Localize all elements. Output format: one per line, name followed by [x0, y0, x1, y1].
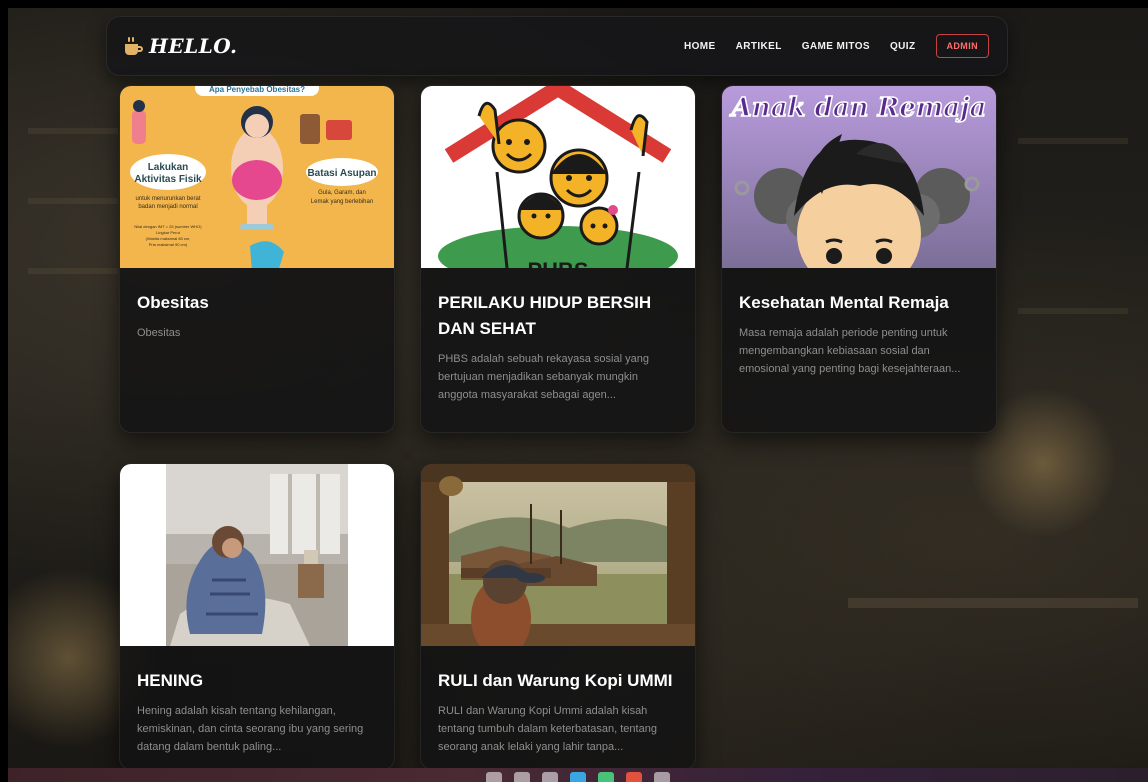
- taskbar-app-icon[interactable]: [542, 772, 558, 782]
- taskbar-app-icon[interactable]: [654, 772, 670, 782]
- article-excerpt: Hening adalah kisah tentang kehilangan, …: [137, 705, 364, 753]
- svg-text:Apa Penyebab Obesitas?: Apa Penyebab Obesitas?: [209, 86, 305, 94]
- article-excerpt: Masa remaja adalah periode penting untuk…: [739, 327, 961, 375]
- svg-text:Batasi Asupan: Batasi Asupan: [307, 168, 376, 179]
- brand-name: HELLO.: [149, 34, 238, 58]
- svg-text:Lingkar Perut: Lingkar Perut: [156, 230, 181, 235]
- article-card-mental-health[interactable]: Anak dan Remaja Kesehatan Mental Remaja …: [721, 85, 997, 433]
- svg-text:PHBS: PHBS: [527, 258, 588, 268]
- main-nav: HOME ARTIKEL GAME MITOS QUIZ ADMIN: [684, 34, 989, 58]
- svg-text:untuk menurunkan berat: untuk menurunkan berat: [135, 196, 200, 202]
- article-title[interactable]: RULI dan Warung Kopi UMMI: [438, 668, 678, 694]
- taskbar-app-icon[interactable]: [626, 772, 642, 782]
- svg-text:Lemak yang berlebihan: Lemak yang berlebihan: [311, 199, 373, 205]
- article-image-ruli: [421, 464, 695, 646]
- nav-home[interactable]: HOME: [684, 41, 716, 52]
- article-title[interactable]: Obesitas: [137, 290, 377, 316]
- admin-button[interactable]: ADMIN: [935, 34, 989, 58]
- coffee-cup-icon: [125, 37, 143, 55]
- article-card-phbs[interactable]: PHBS PERILAKU HIDUP BERSIH DAN SEHAT PHB…: [420, 85, 696, 433]
- article-title[interactable]: HENING: [137, 668, 377, 694]
- svg-text:Lakukan: Lakukan: [148, 162, 189, 173]
- nav-quiz[interactable]: QUIZ: [890, 41, 916, 52]
- brand-logo[interactable]: HELLO.: [125, 34, 237, 58]
- nav-artikel[interactable]: ARTIKEL: [736, 41, 782, 52]
- svg-text:badan menjadi normal: badan menjadi normal: [138, 204, 197, 210]
- svg-text:Pria maksimal 90 cm): Pria maksimal 90 cm): [149, 242, 188, 247]
- article-excerpt: Obesitas: [137, 327, 181, 339]
- os-taskbar: [8, 768, 1148, 782]
- article-title[interactable]: PERILAKU HIDUP BERSIH DAN SEHAT: [438, 290, 678, 342]
- article-excerpt: RULI dan Warung Kopi Ummi adalah kisah t…: [438, 705, 657, 753]
- article-title[interactable]: Kesehatan Mental Remaja: [739, 290, 979, 316]
- article-card-ruli[interactable]: RULI dan Warung Kopi UMMI RULI dan Warun…: [420, 463, 696, 770]
- navbar: HELLO. HOME ARTIKEL GAME MITOS QUIZ ADMI…: [106, 16, 1008, 76]
- taskbar-app-icon[interactable]: [486, 772, 502, 782]
- taskbar-app-icon[interactable]: [514, 772, 530, 782]
- article-image-mental-health: Anak dan Remaja: [722, 86, 996, 268]
- article-card-hening[interactable]: HENING Hening adalah kisah tentang kehil…: [119, 463, 395, 770]
- svg-text:Aktivitas Fisik: Aktivitas Fisik: [134, 174, 202, 185]
- article-card-obesitas[interactable]: Apa Penyebab Obesitas? Lakukan Aktivitas…: [119, 85, 395, 433]
- svg-text:Gula, Garam, dan: Gula, Garam, dan: [318, 190, 366, 196]
- article-image-phbs: PHBS: [421, 86, 695, 268]
- svg-text:Nilai dengan IMT = 25 (sumber: Nilai dengan IMT = 25 (sumber WHO): [134, 224, 202, 229]
- article-image-hening: [120, 464, 394, 646]
- nav-game-mitos[interactable]: GAME MITOS: [802, 41, 870, 52]
- svg-text:(Wanita maksimal 80 cm,: (Wanita maksimal 80 cm,: [146, 236, 191, 241]
- svg-text:Anak dan Remaja: Anak dan Remaja: [729, 93, 987, 123]
- taskbar-app-icon[interactable]: [570, 772, 586, 782]
- article-excerpt: PHBS adalah sebuah rekayasa sosial yang …: [438, 353, 649, 401]
- article-image-obesitas: Apa Penyebab Obesitas? Lakukan Aktivitas…: [120, 86, 394, 268]
- taskbar-app-icon[interactable]: [598, 772, 614, 782]
